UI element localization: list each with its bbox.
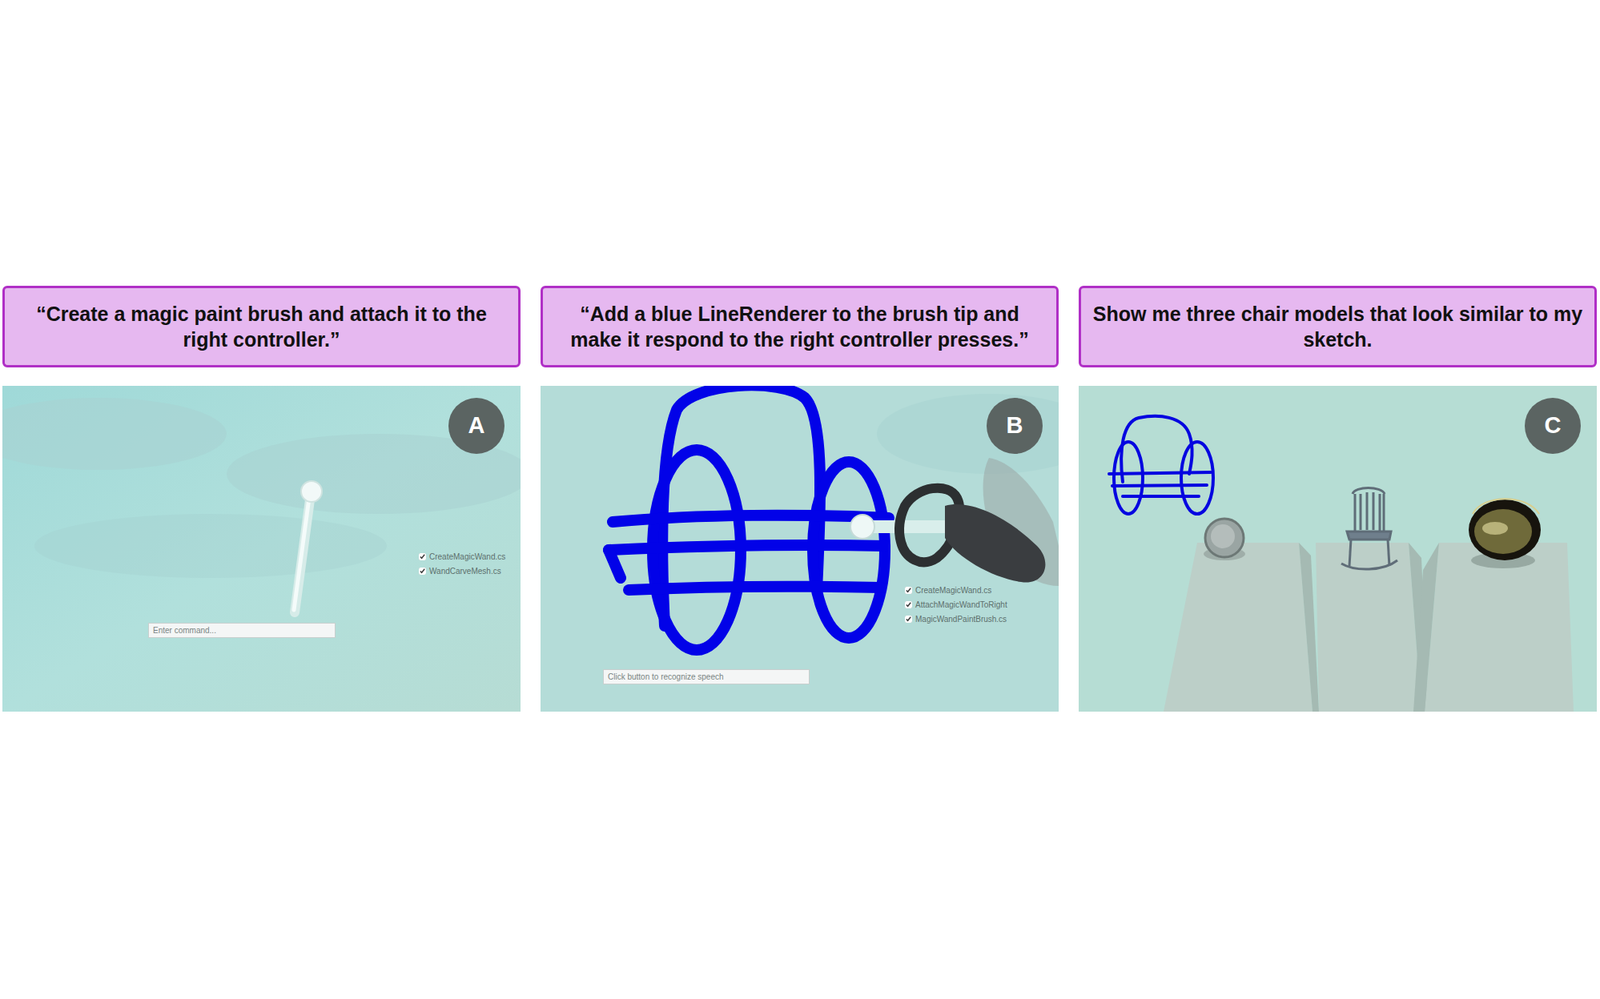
scene-view bbox=[1078, 385, 1597, 712]
magic-wand[interactable] bbox=[293, 481, 322, 613]
scene-view bbox=[2, 385, 521, 712]
spacer bbox=[2, 367, 521, 386]
panel-caption: Show me three chair models that look sim… bbox=[1078, 285, 1597, 368]
script-list: CreateMagicWand.cs WandCarveMesh.cs bbox=[418, 552, 506, 582]
command-input[interactable] bbox=[603, 669, 810, 685]
script-item: WandCarveMesh.cs bbox=[418, 566, 506, 576]
chair-sketch bbox=[608, 385, 889, 651]
spacer bbox=[1078, 367, 1597, 386]
small-chair-sketch bbox=[1109, 416, 1214, 515]
script-checkbox[interactable] bbox=[418, 567, 427, 575]
controller[interactable] bbox=[850, 458, 1059, 587]
scene-screenshot: CreateMagicWand.cs AttachMagicWandToRight… bbox=[540, 385, 1059, 712]
scene-screenshot: CreateMagicWand.cs WandCarveMesh.cs A bbox=[2, 385, 521, 712]
panel-badge: C bbox=[1524, 397, 1581, 455]
script-item: CreateMagicWand.cs bbox=[904, 586, 1008, 595]
script-checkbox[interactable] bbox=[904, 601, 913, 609]
panel-badge: B bbox=[986, 397, 1043, 455]
script-item: MagicWandPaintBrush.cs bbox=[904, 615, 1008, 624]
script-label: CreateMagicWand.cs bbox=[429, 552, 506, 562]
rocking-chair bbox=[1341, 488, 1398, 571]
spacer bbox=[540, 367, 1059, 386]
egg-chair bbox=[1468, 498, 1541, 569]
pedestal-middle bbox=[1315, 542, 1428, 712]
scene-screenshot: C bbox=[1078, 385, 1597, 712]
pedestal-left bbox=[1163, 542, 1319, 712]
script-item: CreateMagicWand.cs bbox=[418, 552, 506, 562]
script-label: WandCarveMesh.cs bbox=[429, 566, 502, 576]
panel-caption: “Add a blue LineRenderer to the brush ti… bbox=[540, 285, 1059, 368]
pedestal-right bbox=[1413, 542, 1574, 712]
figure-panel: “Add a blue LineRenderer to the brush ti… bbox=[540, 285, 1059, 999]
script-label: MagicWandPaintBrush.cs bbox=[915, 615, 1007, 624]
figure-panel: Show me three chair models that look sim… bbox=[1078, 285, 1597, 999]
script-checkbox[interactable] bbox=[904, 586, 913, 595]
script-label: CreateMagicWand.cs bbox=[915, 586, 992, 595]
script-checkbox[interactable] bbox=[418, 553, 427, 561]
scene-view bbox=[540, 385, 1059, 712]
room-background bbox=[1078, 385, 1597, 712]
command-input[interactable] bbox=[148, 623, 336, 639]
figure: “Create a magic paint brush and attach i… bbox=[0, 0, 1600, 999]
script-checkbox[interactable] bbox=[904, 615, 913, 624]
round-chair bbox=[1203, 518, 1246, 561]
script-item: AttachMagicWandToRight bbox=[904, 600, 1008, 610]
panel-caption: “Create a magic paint brush and attach i… bbox=[2, 285, 521, 368]
script-label: AttachMagicWandToRight bbox=[915, 600, 1008, 610]
script-list: CreateMagicWand.cs AttachMagicWandToRight… bbox=[904, 586, 1008, 630]
panel-badge: A bbox=[448, 397, 505, 455]
figure-panel: “Create a magic paint brush and attach i… bbox=[2, 285, 521, 999]
